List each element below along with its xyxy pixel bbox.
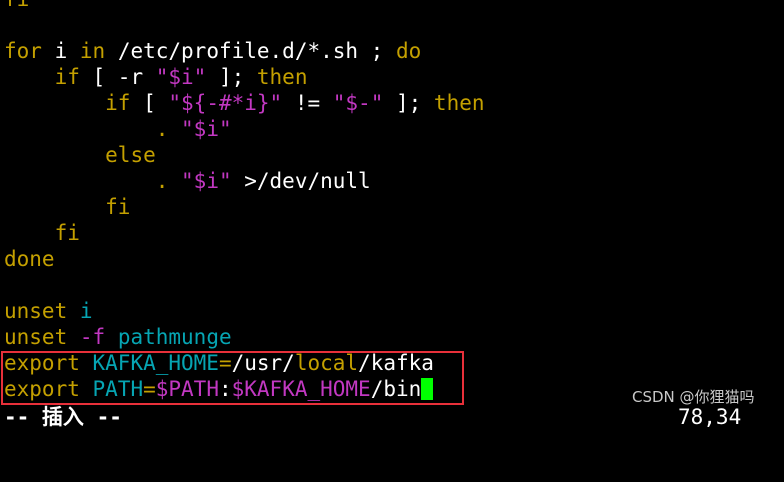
code-token: . <box>155 169 169 193</box>
code-token: i <box>79 299 93 323</box>
code-line: fi <box>4 194 784 220</box>
code-line: . "$i" <box>4 116 784 142</box>
code-token: do <box>395 39 422 63</box>
code-token: else <box>105 143 156 167</box>
code-area[interactable]: fi for i in /etc/profile.d/*.sh ; do if [… <box>4 0 784 402</box>
code-token: "$i" <box>181 169 232 193</box>
code-token: ]; <box>206 65 257 89</box>
code-token: "$i" <box>181 117 232 141</box>
code-line: done <box>4 246 784 272</box>
vim-status-bar: -- 插入 -- 78,34 <box>0 404 784 430</box>
code-token: done <box>4 247 55 271</box>
code-line: else <box>4 142 784 168</box>
code-token: pathmunge <box>117 325 232 349</box>
code-token: "$-" <box>332 91 384 115</box>
cursor-position: 78,34 <box>678 405 742 429</box>
code-line: if [ -r "$i" ]; then <box>4 64 784 90</box>
watermark: CSDN @你狸猫吗 <box>632 388 755 406</box>
code-line: . "$i" >/dev/null <box>4 168 784 194</box>
code-token: [ -r <box>79 65 156 89</box>
code-token: ]; <box>383 91 434 115</box>
code-line: unset -f pathmunge <box>4 324 784 350</box>
code-token: if <box>105 91 131 115</box>
code-token: -f <box>79 325 106 349</box>
code-token: unset <box>4 325 68 349</box>
code-line: for i in /etc/profile.d/*.sh ; do <box>4 38 784 64</box>
code-token: if <box>54 65 80 89</box>
code-token: [ <box>130 91 169 115</box>
terminal-editor[interactable]: fi for i in /etc/profile.d/*.sh ; do if [… <box>4 0 784 402</box>
code-token: >/dev/null <box>231 169 371 193</box>
code-token: for <box>4 39 42 63</box>
code-token: "${-#*i}" <box>168 91 283 115</box>
code-token: then <box>433 91 485 115</box>
code-token: fi <box>54 221 80 245</box>
code-line: unset i <box>4 298 784 324</box>
code-token: fi <box>105 195 131 219</box>
code-token: unset <box>4 299 68 323</box>
code-line: if [ "${-#*i}" != "$-" ]; then <box>4 90 784 116</box>
highlight-box <box>1 351 464 405</box>
code-token: i <box>41 39 80 63</box>
code-token: then <box>256 65 308 89</box>
code-token: . <box>155 117 169 141</box>
mode-indicator: -- 插入 -- <box>4 405 122 429</box>
code-token: /etc/profile.d/*.sh ; <box>105 39 396 63</box>
code-token: != <box>282 91 333 115</box>
code-token: fi <box>4 0 29 11</box>
code-token: "$i" <box>155 65 207 89</box>
code-line: fi <box>4 0 784 12</box>
code-line: fi <box>4 220 784 246</box>
code-token: in <box>79 39 106 63</box>
